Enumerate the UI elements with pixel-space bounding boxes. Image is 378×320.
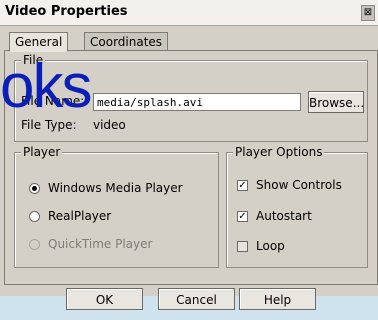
player-options-group: Player Options ✓ Show Controls ✓ Autosta… bbox=[226, 145, 368, 268]
browse-button[interactable]: Browse... bbox=[308, 91, 364, 113]
unchecked-box-icon bbox=[237, 241, 248, 252]
dialog-buttons: OK Cancel Help bbox=[0, 288, 378, 320]
radio-icon bbox=[29, 211, 40, 222]
checkbox-label: Autostart bbox=[256, 209, 312, 223]
window-title: Video Properties bbox=[5, 4, 128, 19]
player-legend: Player bbox=[21, 145, 63, 159]
tab-general[interactable]: General bbox=[9, 32, 69, 52]
checkmark-icon: ✓ bbox=[237, 180, 248, 191]
radio-label: Windows Media Player bbox=[48, 181, 183, 195]
watermark-text: oks bbox=[0, 52, 92, 121]
title-bar: Video Properties ⊠ bbox=[0, 0, 378, 26]
cancel-button[interactable]: Cancel bbox=[158, 288, 235, 310]
file-name-input[interactable]: media/splash.avi bbox=[93, 93, 301, 111]
ok-button[interactable]: OK bbox=[66, 288, 143, 310]
help-button[interactable]: Help bbox=[239, 288, 316, 310]
radio-disabled-icon bbox=[29, 239, 40, 250]
radio-label: RealPlayer bbox=[48, 209, 112, 223]
player-group: Player Windows Media Player RealPlayer Q… bbox=[14, 145, 219, 268]
checkbox-label: Show Controls bbox=[256, 178, 342, 192]
radio-selected-icon bbox=[29, 183, 40, 194]
close-icon[interactable]: ⊠ bbox=[361, 5, 375, 21]
checkbox-label: Loop bbox=[256, 239, 285, 253]
tab-coordinates[interactable]: Coordinates bbox=[84, 32, 169, 52]
player-options-legend: Player Options bbox=[233, 145, 325, 159]
radio-label: QuickTime Player bbox=[48, 237, 153, 251]
file-type-value: video bbox=[93, 118, 126, 132]
checkmark-icon: ✓ bbox=[237, 211, 248, 222]
